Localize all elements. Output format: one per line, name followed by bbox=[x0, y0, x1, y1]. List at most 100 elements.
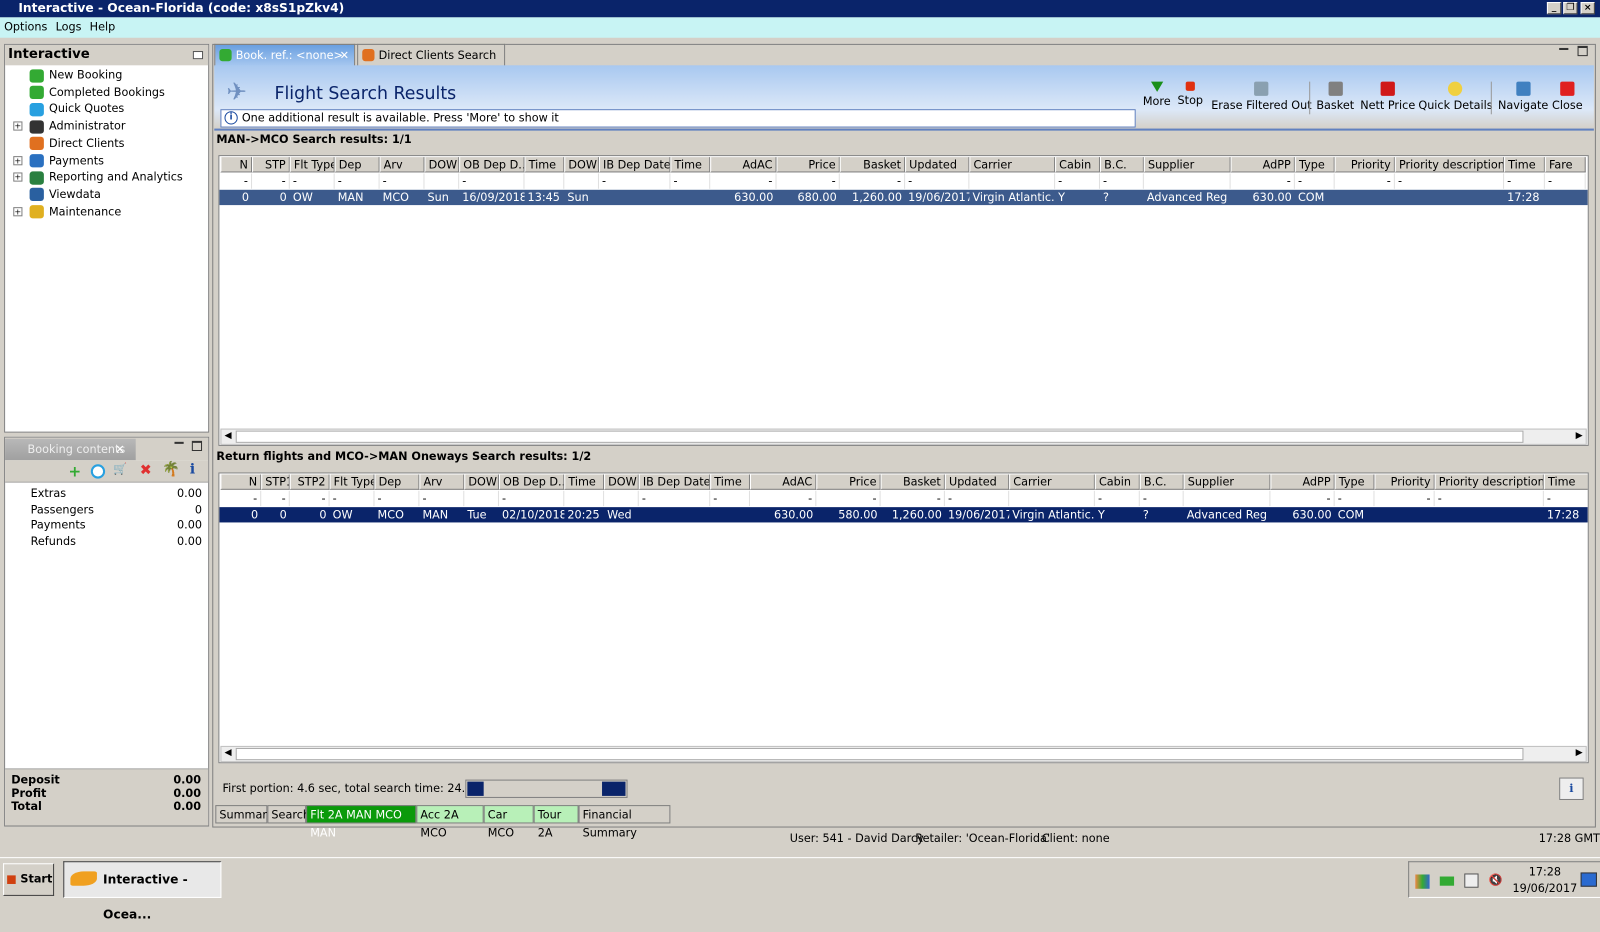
expand-toggle[interactable]: + bbox=[13, 155, 23, 165]
menu-logs[interactable]: Logs bbox=[51, 20, 85, 33]
nav-item-new-booking[interactable]: New Booking bbox=[29, 67, 122, 83]
horizontal-scrollbar[interactable]: ◀ ▶ bbox=[220, 745, 1587, 763]
expand-toggle[interactable]: + bbox=[13, 206, 23, 216]
nav-item-administrator[interactable]: Administrator bbox=[29, 118, 126, 134]
scroll-left-icon[interactable]: ◀ bbox=[224, 748, 231, 758]
nav-item-reporting-and-analytics[interactable]: Reporting and Analytics bbox=[29, 170, 183, 186]
column-header[interactable]: STP1 bbox=[261, 474, 290, 490]
bottom-tab-financial-summary[interactable]: Financial Summary bbox=[578, 805, 671, 840]
nav-minimize-button[interactable] bbox=[192, 51, 204, 60]
minimize-icon[interactable] bbox=[174, 441, 184, 444]
column-header[interactable]: Type bbox=[1334, 474, 1375, 490]
taskbar-app-button[interactable]: Interactive - Ocea... bbox=[63, 861, 222, 921]
basket-transfer-icon[interactable]: 🛒 bbox=[113, 462, 127, 475]
column-header[interactable]: DOW bbox=[424, 157, 460, 173]
column-header[interactable]: Priority bbox=[1374, 474, 1435, 490]
column-header[interactable]: DOW bbox=[604, 474, 639, 490]
bottom-tab-tour-2a[interactable]: Tour 2A bbox=[533, 805, 579, 840]
stop-button[interactable]: Stop bbox=[1178, 81, 1203, 107]
column-header[interactable]: Priority description bbox=[1394, 157, 1505, 173]
start-button[interactable]: ■ Start bbox=[3, 863, 55, 896]
column-header[interactable]: Price bbox=[816, 474, 881, 490]
show-desktop-icon[interactable] bbox=[1580, 872, 1597, 887]
column-header[interactable]: Type bbox=[1294, 157, 1335, 173]
close-tab-icon[interactable]: ✕ bbox=[340, 45, 349, 67]
info-icon[interactable]: i bbox=[190, 461, 195, 477]
filter-row[interactable]: -------------------- bbox=[219, 173, 1587, 189]
column-header[interactable]: Arv bbox=[419, 474, 465, 490]
nav-item-payments[interactable]: Payments bbox=[29, 153, 104, 169]
bottom-tab-flt-2a-man-mco-man[interactable]: Flt 2A MAN MCO MAN bbox=[306, 805, 417, 840]
column-header[interactable]: OB Dep D... bbox=[459, 157, 525, 173]
expand-toggle[interactable]: + bbox=[13, 172, 23, 182]
basket-button[interactable]: Basket bbox=[1316, 81, 1354, 112]
tab-booking[interactable]: Book. ref.: <none> ✕ bbox=[214, 43, 356, 67]
bottom-tab-acc-2a-mco[interactable]: Acc 2A MCO bbox=[416, 805, 484, 840]
column-header[interactable]: AdAC bbox=[710, 157, 777, 173]
column-header[interactable]: Dep bbox=[334, 157, 380, 173]
column-header[interactable]: Carrier bbox=[969, 157, 1056, 173]
column-header[interactable]: Cabin bbox=[1094, 474, 1140, 490]
column-header[interactable]: Supplier bbox=[1143, 157, 1231, 173]
nett-price-button[interactable]: Nett Price bbox=[1360, 81, 1415, 112]
nav-item-quick-quotes[interactable]: Quick Quotes bbox=[29, 101, 125, 117]
column-header[interactable]: OB Dep D... bbox=[498, 474, 565, 490]
column-header[interactable]: AdPP bbox=[1270, 474, 1335, 490]
nav-item-viewdata[interactable]: Viewdata bbox=[29, 187, 101, 203]
result-row[interactable]: 0 0 0 OW MCO MAN Tue 02/10/2018 20:25 Wed 630.00 58… bbox=[219, 507, 1588, 523]
add-icon[interactable]: + bbox=[68, 462, 81, 480]
menu-help[interactable]: Help bbox=[86, 20, 120, 33]
column-header[interactable]: STP2 bbox=[289, 474, 330, 490]
column-header[interactable]: Time bbox=[670, 157, 711, 173]
column-header[interactable]: IB Dep Date bbox=[638, 474, 711, 490]
column-header[interactable]: IB Dep Date bbox=[598, 157, 671, 173]
navigate-button[interactable]: Navigate bbox=[1498, 81, 1548, 112]
result-row[interactable]: 0 0 OW MAN MCO Sun 16/09/2018 13:45 Sun 630.00 680… bbox=[219, 189, 1588, 206]
column-header[interactable]: N bbox=[220, 157, 253, 173]
close-window-button[interactable]: × bbox=[1580, 2, 1595, 15]
column-header[interactable]: Updated bbox=[944, 474, 1010, 490]
column-header[interactable]: Flt Type bbox=[329, 474, 375, 490]
column-header[interactable]: Priority description bbox=[1434, 474, 1544, 490]
column-header[interactable]: Supplier bbox=[1183, 474, 1271, 490]
maximize-button[interactable]: ❐ bbox=[1563, 2, 1578, 15]
column-header[interactable]: DOW bbox=[464, 474, 499, 490]
nav-item-maintenance[interactable]: Maintenance bbox=[29, 204, 121, 220]
filter-row[interactable]: -------------------- bbox=[219, 490, 1588, 507]
column-header[interactable]: Basket bbox=[839, 157, 906, 173]
column-header[interactable]: Basket bbox=[880, 474, 945, 490]
booking-contents-tab[interactable]: Booking contents ✕ bbox=[5, 438, 136, 461]
close-icon[interactable]: ✕ bbox=[115, 439, 124, 460]
column-header[interactable]: Time bbox=[1543, 474, 1588, 490]
delete-icon[interactable]: ✖ bbox=[140, 462, 152, 478]
column-header[interactable]: Cabin bbox=[1055, 157, 1100, 173]
network-icon[interactable] bbox=[1464, 873, 1479, 888]
column-header[interactable]: Carrier bbox=[1009, 474, 1095, 490]
horizontal-scrollbar[interactable]: ◀ ▶ bbox=[220, 428, 1587, 445]
scroll-left-icon[interactable]: ◀ bbox=[224, 431, 231, 441]
minimize-button[interactable]: _ bbox=[1546, 2, 1562, 15]
column-header[interactable]: N bbox=[220, 474, 262, 490]
column-header[interactable]: DOW bbox=[564, 157, 599, 173]
nav-item-direct-clients[interactable]: Direct Clients bbox=[29, 136, 125, 152]
menu-options[interactable]: Options bbox=[0, 20, 51, 33]
column-header[interactable]: Updated bbox=[905, 157, 970, 173]
column-header[interactable]: B.C. bbox=[1099, 157, 1144, 173]
column-header[interactable]: Time bbox=[564, 474, 605, 490]
column-header[interactable]: Fare bbox=[1544, 157, 1586, 173]
column-header[interactable]: B.C. bbox=[1139, 474, 1184, 490]
column-header[interactable]: AdAC bbox=[749, 474, 817, 490]
scroll-thumb[interactable] bbox=[235, 747, 1524, 761]
column-header[interactable]: Flt Type bbox=[289, 157, 335, 173]
avg-icon[interactable] bbox=[1415, 874, 1430, 889]
tab-direct-clients-search[interactable]: Direct Clients Search bbox=[357, 43, 506, 67]
more-button[interactable]: More bbox=[1143, 81, 1171, 108]
expand-toggle[interactable]: + bbox=[13, 121, 23, 131]
column-header[interactable]: STP bbox=[252, 157, 290, 173]
clock-icon[interactable] bbox=[90, 464, 106, 479]
quick-details-button[interactable]: Quick Details bbox=[1418, 81, 1493, 112]
scroll-right-icon[interactable]: ▶ bbox=[1576, 431, 1583, 441]
column-header[interactable]: Priority bbox=[1334, 157, 1395, 173]
column-header[interactable]: Arv bbox=[379, 157, 425, 173]
bottom-tab-search[interactable]: Search bbox=[267, 805, 310, 824]
